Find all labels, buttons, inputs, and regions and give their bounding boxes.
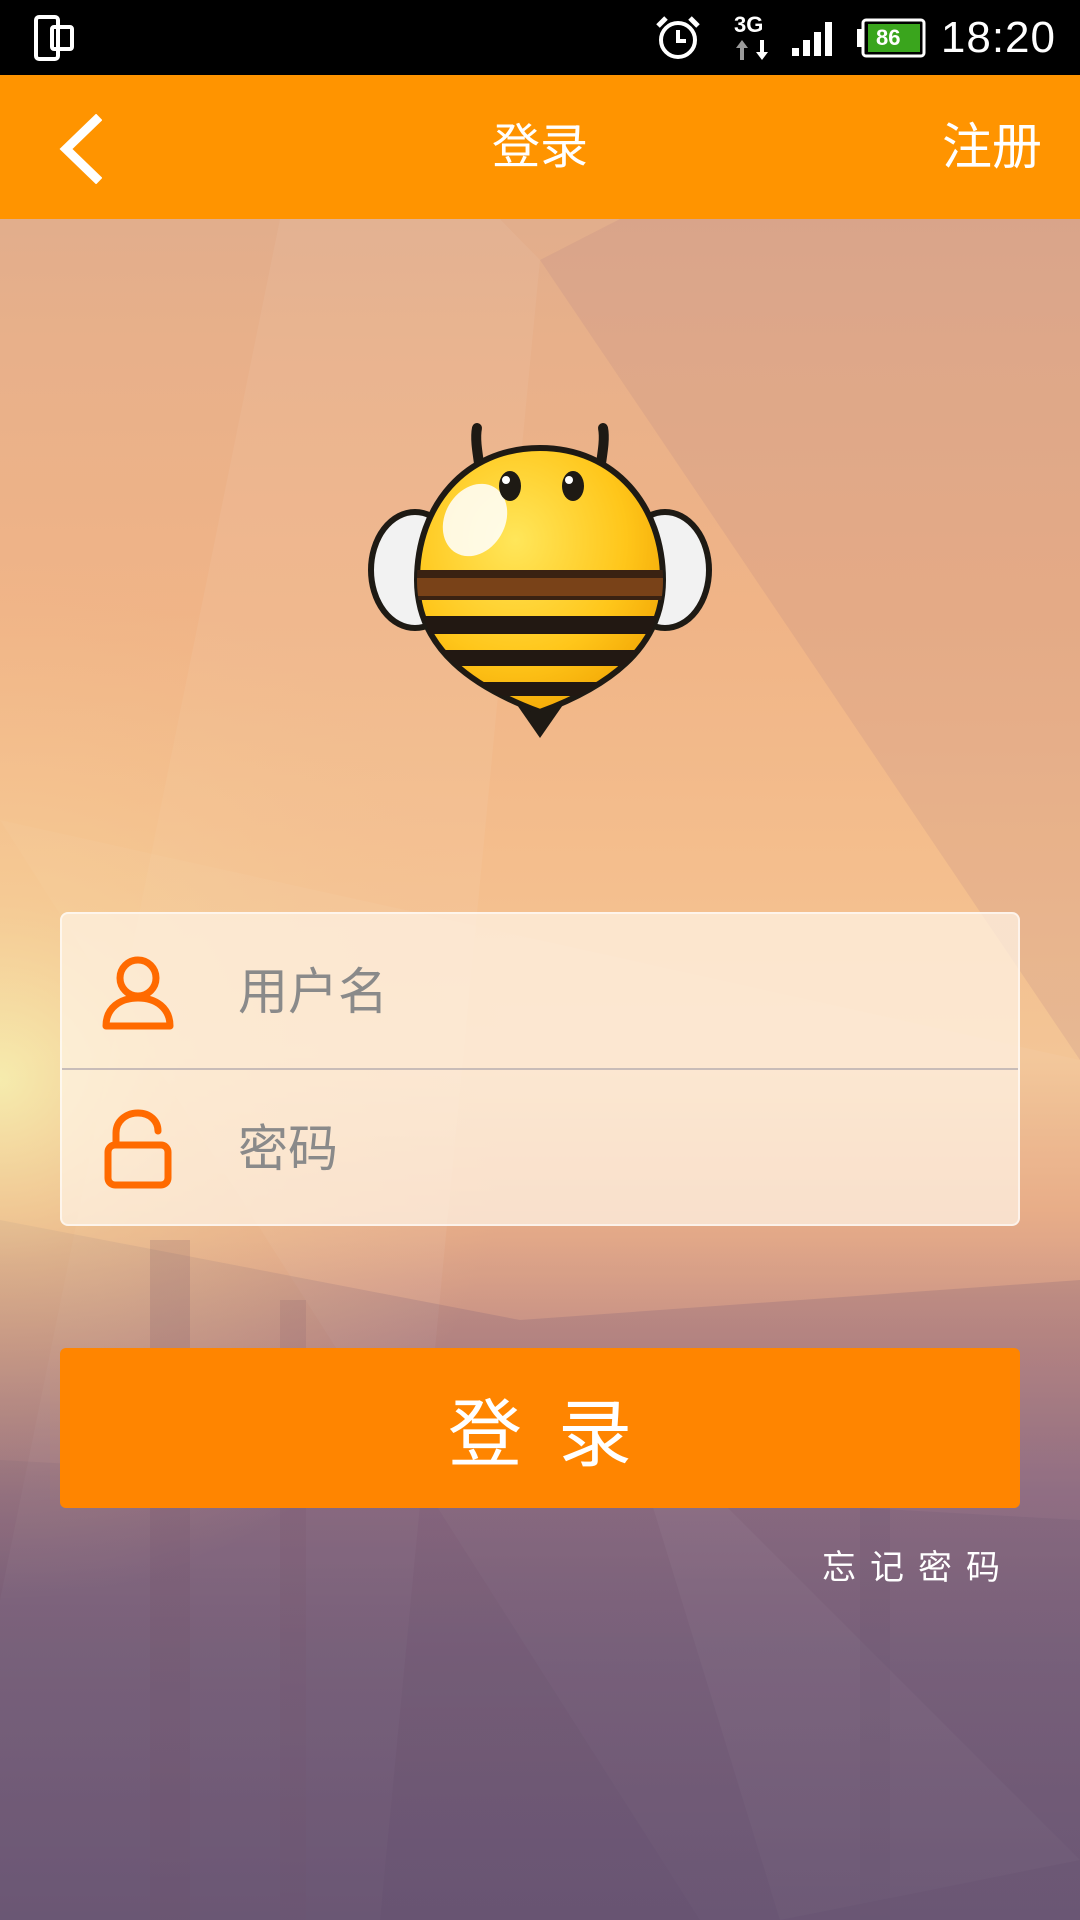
bee-logo xyxy=(365,420,715,760)
network-type-label: 3G xyxy=(734,12,763,37)
bee-mascot-icon xyxy=(368,423,712,738)
username-row xyxy=(62,914,1018,1070)
back-arrow-icon xyxy=(59,114,102,184)
signal-icon xyxy=(790,0,840,75)
login-button[interactable]: 登录 xyxy=(60,1348,1020,1508)
login-screen: 3G 86 18:20 登录 注册 用户名 登录 忘记密码 xyxy=(0,0,1080,1920)
status-bar: 3G 86 18:20 xyxy=(0,0,1080,75)
lock-icon xyxy=(104,1109,172,1189)
login-form xyxy=(60,912,1020,1227)
battery-icon: 86 xyxy=(856,0,926,75)
title-bar: 登录 注册 xyxy=(0,75,1080,219)
network-3g-icon: 3G xyxy=(732,0,776,75)
back-button[interactable] xyxy=(40,109,120,189)
battery-level: 86 xyxy=(876,24,901,50)
status-time: 18:20 xyxy=(940,12,1056,62)
username-input[interactable] xyxy=(238,914,998,1070)
forgot-password-link[interactable]: 忘记密码 xyxy=(822,1540,1014,1589)
user-icon xyxy=(102,956,174,1030)
page-title: 登录 xyxy=(491,119,588,175)
screen-rotation-icon xyxy=(34,0,74,75)
password-row xyxy=(62,1071,1018,1227)
alarm-icon xyxy=(654,0,702,75)
register-link[interactable]: 注册 xyxy=(942,75,1042,219)
password-input[interactable] xyxy=(238,1071,998,1227)
